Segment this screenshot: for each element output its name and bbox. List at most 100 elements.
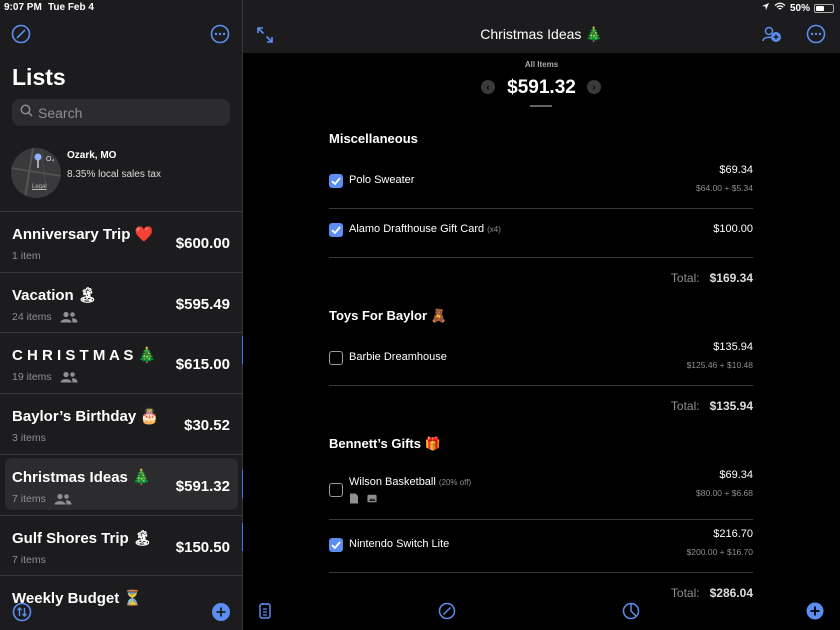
item-name: Alamo Drafthouse Gift Card (x4) bbox=[349, 223, 501, 235]
item-note: (20% off) bbox=[438, 478, 472, 487]
item-price: $216.70 bbox=[713, 528, 753, 540]
svg-text:O₄: O₄ bbox=[46, 156, 54, 163]
list-item[interactable]: Weekly Budget ⏳ bbox=[0, 575, 242, 630]
item-checkbox[interactable] bbox=[329, 351, 343, 365]
item-price: $135.94 bbox=[713, 341, 753, 353]
section-title: Toys For Baylor 🧸 bbox=[329, 308, 447, 323]
price-breakdown: $125.46 + $10.48 bbox=[686, 360, 753, 370]
map-thumbnail: O₄ Legal bbox=[11, 148, 61, 198]
edit-icon[interactable] bbox=[438, 602, 456, 620]
row-divider bbox=[329, 519, 753, 520]
item-name: Wilson Basketball (20% off) bbox=[349, 476, 471, 488]
sort-icon[interactable] bbox=[12, 602, 32, 622]
shared-people-icon bbox=[60, 311, 78, 323]
item-count: 1 item bbox=[12, 250, 41, 262]
wifi-icon bbox=[774, 2, 786, 14]
total-label: Total: bbox=[670, 586, 700, 600]
chevron-right-icon[interactable]: › bbox=[587, 80, 601, 94]
more-options-icon[interactable] bbox=[806, 24, 826, 44]
list-item[interactable]: Polo Sweater $69.34 $64.00 + $5.34 bbox=[329, 163, 753, 201]
item-count: 7 items bbox=[12, 553, 46, 566]
location-name: Ozark, MO bbox=[67, 150, 117, 161]
total-label: Total: bbox=[670, 271, 700, 285]
item-label: Alamo Drafthouse Gift Card bbox=[349, 223, 485, 235]
pie-chart-icon[interactable] bbox=[622, 602, 640, 620]
list-item[interactable]: Baylor’s Birthday 🎂 3 items $30.52 bbox=[0, 393, 242, 453]
summary-label: All Items bbox=[524, 60, 559, 69]
item-price: $100.00 bbox=[713, 223, 753, 235]
total-label: Total: bbox=[670, 399, 700, 413]
list-item[interactable]: Wilson Basketball (20% off) $69.34 $80.00 +… bbox=[329, 468, 753, 512]
list-title: Christmas Ideas 🎄 bbox=[480, 26, 603, 42]
price-breakdown: $64.00 + $5.34 bbox=[696, 183, 753, 193]
sidebar: Lists O₄ Legal Ozark, MO 8.35% local sal… bbox=[0, 0, 242, 630]
list-name: C H R I S T M A S 🎄 bbox=[12, 347, 157, 365]
list-item[interactable]: Christmas Ideas 🎄 7 items $591.32 bbox=[0, 453, 242, 514]
item-price: $69.34 bbox=[719, 164, 753, 176]
add-list-icon[interactable] bbox=[211, 602, 231, 622]
status-date: Tue Feb 4 bbox=[48, 2, 94, 13]
list-item[interactable]: C H R I S T M A S 🎄 19 items $615.00 bbox=[0, 332, 242, 392]
search-bar[interactable] bbox=[12, 99, 230, 126]
summary-total: $591.32 bbox=[507, 77, 576, 98]
list-item[interactable]: Vacation 🏝 24 items $595.49 bbox=[0, 271, 242, 332]
sales-tax-rate: 8.35% local sales tax bbox=[67, 169, 161, 180]
item-price: $69.34 bbox=[719, 469, 753, 481]
item-note: (x4) bbox=[487, 225, 501, 234]
list-amount: $600.00 bbox=[175, 235, 230, 252]
item-label: Barbie Dreamhouse bbox=[349, 351, 447, 363]
shared-people-icon bbox=[54, 493, 72, 505]
list-amount: $30.52 bbox=[184, 417, 230, 435]
list-meta: 24 items bbox=[12, 311, 78, 323]
row-divider bbox=[329, 257, 753, 258]
edit-lists-icon[interactable] bbox=[11, 24, 31, 44]
list-name: Vacation 🏝 bbox=[12, 286, 97, 304]
item-name: Barbie Dreamhouse bbox=[349, 351, 447, 363]
photo-icon[interactable] bbox=[367, 493, 377, 504]
receipt-icon[interactable] bbox=[256, 602, 274, 620]
document-icon[interactable] bbox=[349, 493, 359, 504]
total-value: $135.94 bbox=[709, 399, 753, 413]
list-detail: Christmas Ideas 🎄 All Items ‹ $591.32 › … bbox=[243, 0, 840, 630]
list-meta: 19 items bbox=[12, 371, 78, 383]
list-amount: $615.00 bbox=[175, 356, 230, 374]
add-item-icon[interactable] bbox=[806, 602, 824, 620]
more-options-icon[interactable] bbox=[210, 24, 230, 44]
list-item[interactable]: Anniversary Trip ❤️ 1 item $600.00 bbox=[0, 211, 242, 271]
location-card[interactable]: O₄ Legal Ozark, MO 8.35% local sales tax bbox=[11, 148, 231, 200]
item-checkbox[interactable] bbox=[329, 483, 343, 497]
item-checkbox[interactable] bbox=[329, 538, 343, 552]
map-legal-link[interactable]: Legal bbox=[32, 184, 47, 190]
attachments bbox=[349, 493, 377, 504]
list-amount: $595.49 bbox=[175, 295, 230, 313]
section-title: Miscellaneous bbox=[329, 131, 418, 146]
price-breakdown: $200.00 + $16.70 bbox=[686, 547, 753, 557]
item-count: 7 items bbox=[12, 492, 46, 505]
share-people-icon[interactable] bbox=[761, 24, 783, 44]
battery-percentage: 50% bbox=[789, 2, 810, 14]
list-item[interactable]: Nintendo Switch Lite $216.70 $200.00 + $16… bbox=[329, 527, 753, 565]
list-name: Christmas Ideas 🎄 bbox=[12, 468, 151, 486]
map-pin-icon: O₄ bbox=[11, 148, 61, 198]
item-count: 24 items bbox=[12, 310, 52, 323]
page-title: Lists bbox=[12, 64, 66, 90]
shared-people-icon bbox=[60, 371, 78, 383]
search-icon bbox=[20, 104, 33, 122]
item-checkbox[interactable] bbox=[329, 174, 343, 188]
item-count: 19 items bbox=[12, 371, 52, 384]
list-item[interactable]: Barbie Dreamhouse $135.94 $125.46 + $10.48 bbox=[329, 340, 753, 378]
list-meta: 7 items bbox=[12, 493, 72, 505]
list-meta: 3 items bbox=[12, 432, 46, 444]
list-item[interactable]: Alamo Drafthouse Gift Card (x4) $100.00 bbox=[329, 216, 753, 250]
list-amount: $591.32 bbox=[175, 477, 230, 495]
list-meta: 7 items bbox=[12, 554, 46, 566]
search-input[interactable] bbox=[38, 104, 218, 121]
status-time: 9:07 PM bbox=[4, 2, 42, 13]
item-label: Polo Sweater bbox=[349, 174, 415, 186]
item-count: 3 items bbox=[12, 432, 46, 445]
item-checkbox[interactable] bbox=[329, 223, 343, 237]
section-total: Total: $135.94 bbox=[329, 399, 753, 413]
section-total: Total: $169.34 bbox=[329, 271, 753, 285]
location-services-icon bbox=[761, 2, 770, 14]
list-item[interactable]: Gulf Shores Trip 🏝 7 items $150.50 bbox=[0, 514, 242, 575]
